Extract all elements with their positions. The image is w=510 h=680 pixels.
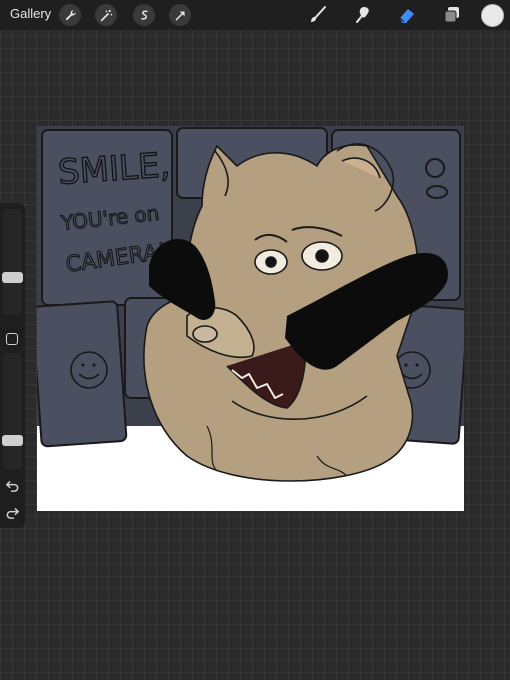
undo-icon[interactable]: [5, 478, 20, 493]
layers-icon[interactable]: [440, 3, 464, 27]
top-toolbar: Gallery: [0, 0, 510, 30]
left-sidebar: [0, 203, 25, 528]
eraser-icon[interactable]: [395, 3, 419, 27]
modify-button[interactable]: [6, 333, 18, 345]
sign-text-line1: SMILE,: [57, 145, 172, 193]
brush-size-slider-knob[interactable]: [2, 271, 23, 283]
color-picker-swatch[interactable]: [481, 4, 504, 27]
opacity-slider[interactable]: [3, 353, 22, 469]
opacity-slider-knob[interactable]: [2, 434, 23, 446]
selection-icon[interactable]: [133, 4, 155, 26]
artwork: SMILE, YOU're on CAMERA!: [37, 126, 464, 482]
redo-icon[interactable]: [5, 505, 20, 520]
transform-arrow-icon[interactable]: [169, 4, 191, 26]
smudge-icon[interactable]: [351, 3, 375, 27]
wrench-icon[interactable]: [59, 4, 81, 26]
magic-wand-icon[interactable]: [95, 4, 117, 26]
gallery-button[interactable]: Gallery: [10, 6, 51, 21]
drawing-canvas[interactable]: SMILE, YOU're on CAMERA!: [37, 126, 464, 511]
brush-size-slider[interactable]: [3, 209, 22, 315]
brush-icon[interactable]: [306, 3, 330, 27]
